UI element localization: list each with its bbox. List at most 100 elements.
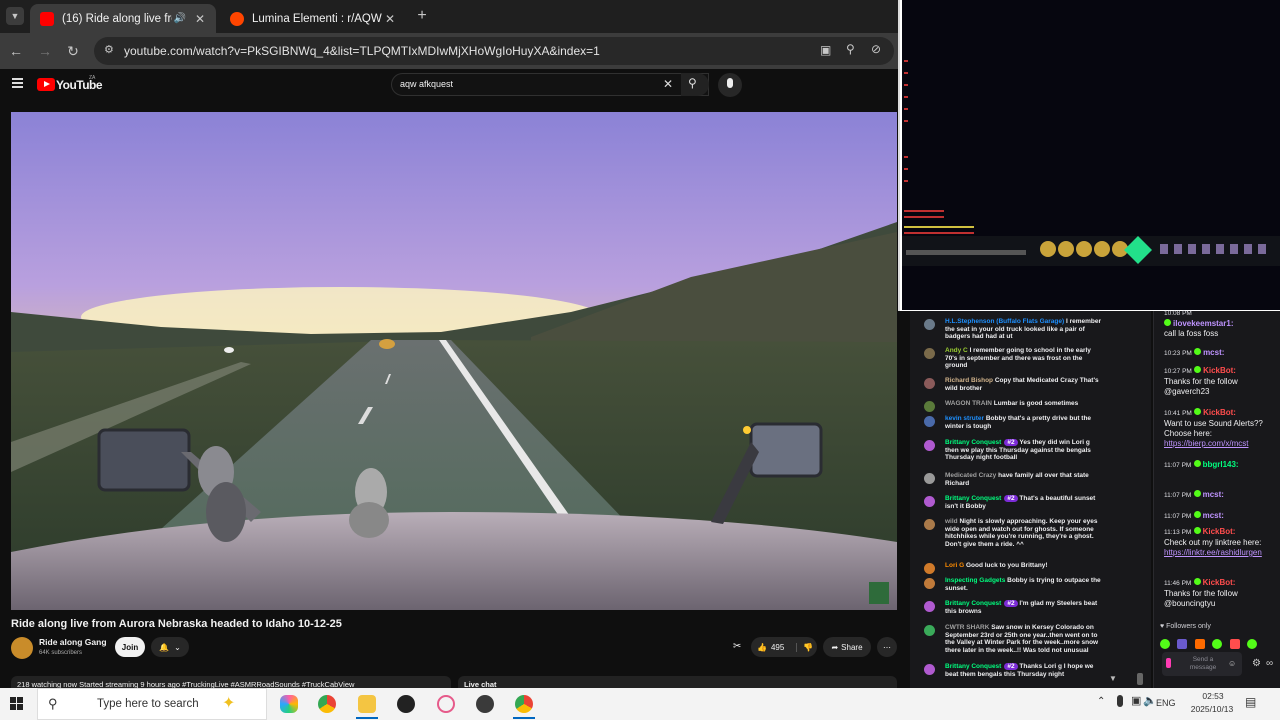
notifications-icon[interactable]: ▤ — [1245, 695, 1256, 709]
reload-icon[interactable]: ↻ — [64, 42, 82, 60]
game-screen[interactable] — [902, 0, 1280, 310]
chat-author[interactable]: KickBot: — [1203, 366, 1236, 375]
avatar[interactable] — [924, 496, 935, 507]
video-player[interactable] — [11, 112, 897, 610]
avatar[interactable] — [924, 348, 935, 359]
back-icon[interactable]: ← — [7, 42, 25, 60]
settings-icon[interactable]: ⚙ — [1252, 658, 1261, 669]
chat-author[interactable]: Brittany Conquest — [945, 439, 1001, 446]
chat-author[interactable]: mcst: — [1203, 348, 1224, 357]
chat-author[interactable]: Richard Bishop — [945, 377, 993, 384]
chat-author[interactable]: wild — [945, 518, 958, 525]
chat-author[interactable]: Andy C — [945, 347, 968, 354]
install-app-icon[interactable]: ▣ — [820, 43, 831, 57]
volume-icon[interactable]: 🔈 — [1143, 694, 1157, 707]
chat-author[interactable]: Brittany Conquest — [945, 663, 1001, 670]
avatar[interactable] — [924, 625, 935, 636]
omnibox[interactable]: ⚙ youtube.com/watch?v=PkSGIBNWq_4&list=T… — [94, 37, 894, 65]
chat-link[interactable]: https://linktr.ee/rashidlurgen — [1164, 548, 1262, 557]
avatar[interactable] — [924, 416, 935, 427]
search-button[interactable]: ⚲ — [681, 73, 709, 96]
avatar[interactable] — [924, 319, 935, 330]
dislike-icon[interactable]: 👎 — [796, 642, 813, 652]
chat-author[interactable]: CWTR SHARK — [945, 624, 989, 631]
chevron-up-icon[interactable]: ⌃ — [1097, 696, 1105, 707]
kick-chat[interactable]: 10:08 PM ilovekeemstar1: call la foss fos… — [1153, 310, 1280, 688]
emote-icon[interactable] — [1194, 639, 1205, 649]
emote-icon[interactable] — [1160, 639, 1170, 649]
copilot-icon[interactable] — [280, 695, 298, 713]
avatar[interactable] — [924, 601, 935, 612]
voice-search-button[interactable] — [718, 73, 742, 97]
language-indicator[interactable]: ENG — [1156, 698, 1176, 708]
emote-icon[interactable] — [1177, 639, 1188, 649]
search-query[interactable]: aqw afkquest — [400, 79, 453, 89]
zoom-icon[interactable]: ⚲ — [846, 42, 855, 56]
avatar[interactable] — [924, 664, 935, 675]
avatar[interactable] — [924, 473, 935, 484]
tab-youtube[interactable]: (16) Ride along live from Au 🔊 ✕ — [30, 4, 216, 33]
avatar[interactable] — [924, 378, 935, 389]
app-icon[interactable] — [437, 695, 455, 713]
youtube-live-chat[interactable]: H.L.Stephenson (Buffalo Flats Garage) I … — [910, 311, 1151, 688]
tab-search-button[interactable]: ▼ — [6, 7, 24, 25]
chat-author[interactable]: Lori G — [945, 562, 964, 569]
chat-author[interactable]: H.L.Stephenson (Buffalo Flats Garage) — [945, 318, 1064, 325]
notifications-button[interactable]: 🔔 ⌄ — [151, 637, 189, 657]
avatar[interactable] — [924, 401, 935, 412]
avatar[interactable] — [924, 563, 935, 574]
youtube-logo-icon[interactable] — [37, 78, 55, 91]
join-button[interactable]: Join — [115, 637, 145, 657]
new-tab-button[interactable]: + — [413, 7, 431, 25]
chat-author[interactable]: mcst: — [1203, 490, 1224, 499]
chat-author[interactable]: kevin struter — [945, 415, 984, 422]
site-info-icon[interactable]: ⚙ — [104, 43, 114, 56]
chat-message-input[interactable]: Send a message ☺ — [1162, 652, 1242, 676]
clip-icon[interactable]: ✂ — [733, 641, 741, 652]
forward-icon[interactable]: → — [36, 42, 54, 60]
file-explorer-icon[interactable] — [358, 695, 376, 713]
search-input[interactable]: aqw afkquest ✕ — [391, 73, 709, 96]
chat-author[interactable]: KickBot: — [1203, 408, 1236, 417]
like-icon[interactable]: 👍 — [757, 643, 767, 652]
avatar[interactable] — [924, 578, 935, 589]
chat-author[interactable]: KickBot: — [1203, 527, 1236, 536]
chat-link[interactable]: https://bierp.com/x/mcst — [1164, 439, 1248, 448]
chat-author[interactable]: Medicated Crazy — [945, 472, 996, 479]
chat-author[interactable]: Brittany Conquest — [945, 495, 1001, 502]
chat-author[interactable]: Inspecting Gadgets — [945, 577, 1005, 584]
windows-start-icon[interactable] — [10, 697, 24, 711]
game-window[interactable] — [898, 0, 1280, 311]
clear-search-icon[interactable]: ✕ — [663, 77, 673, 91]
channel-avatar[interactable] — [11, 637, 33, 659]
channel-name[interactable]: Ride along Gang — [39, 637, 107, 647]
tab-close-icon[interactable]: ✕ — [382, 12, 398, 26]
clock-time[interactable]: 02:53 — [1196, 691, 1230, 701]
chat-author[interactable]: ilovekeemstar1: — [1173, 319, 1233, 328]
menu-icon[interactable] — [12, 78, 23, 88]
chat-author[interactable]: bbgrl143: — [1203, 460, 1239, 469]
emoji-icon[interactable]: ☺ — [1228, 659, 1236, 668]
share-button[interactable]: ➦ Share — [823, 637, 871, 657]
more-actions-icon[interactable]: ⋯ — [877, 637, 897, 657]
chrome-icon[interactable] — [318, 695, 336, 713]
url-text[interactable]: youtube.com/watch?v=PkSGIBNWq_4&list=TLP… — [124, 44, 600, 58]
game-icon[interactable] — [476, 695, 494, 713]
chrome-icon[interactable] — [515, 695, 533, 713]
taskbar-search-box[interactable]: ⚲ Type here to search ✦ — [37, 688, 267, 720]
avatar[interactable] — [924, 440, 935, 451]
microphone-icon[interactable] — [1166, 658, 1171, 668]
chat-author[interactable]: mcst: — [1203, 511, 1224, 520]
chat-author[interactable]: KickBot: — [1203, 578, 1236, 587]
network-icon[interactable]: ▣ — [1131, 694, 1141, 707]
emote-icon[interactable] — [1247, 639, 1258, 649]
clock-date[interactable]: 2025/10/13 — [1186, 704, 1238, 714]
tab-reddit[interactable]: Lumina Elementi : r/AQW ✕ — [220, 4, 406, 33]
steam-icon[interactable] — [397, 695, 415, 713]
avatar[interactable] — [924, 519, 935, 530]
emote-icon[interactable] — [1229, 639, 1240, 649]
chat-author[interactable]: WAGON TRAIN — [945, 400, 992, 407]
like-count[interactable]: 495 — [771, 643, 784, 652]
microphone-icon[interactable] — [1117, 695, 1123, 707]
tab-close-icon[interactable]: ✕ — [192, 12, 208, 26]
